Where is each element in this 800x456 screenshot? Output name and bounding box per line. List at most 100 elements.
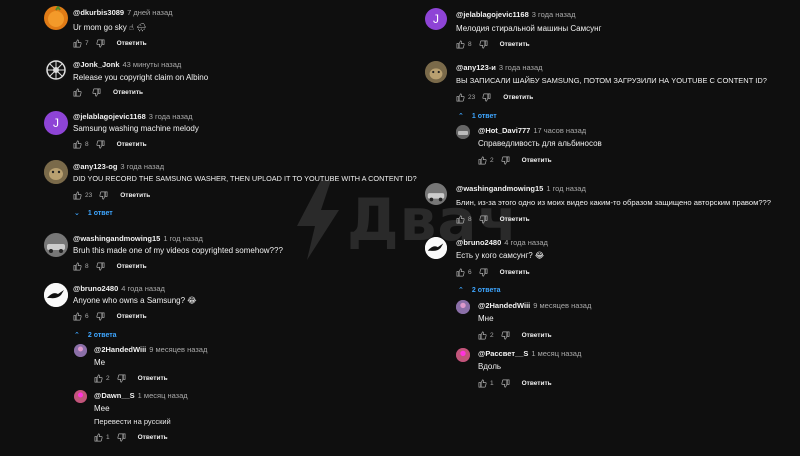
comment-time[interactable]: 1 месяц назад xyxy=(531,349,581,358)
comment-author[interactable]: @jelablagojevic1168 xyxy=(73,112,146,121)
avatar[interactable] xyxy=(425,183,447,205)
avatar[interactable]: J xyxy=(44,111,68,135)
like-icon[interactable] xyxy=(73,262,82,271)
comment-time[interactable]: 3 года назад xyxy=(499,63,543,72)
comment-time[interactable]: 1 месяц назад xyxy=(138,391,188,400)
like-icon[interactable] xyxy=(94,374,103,383)
avatar[interactable] xyxy=(456,300,470,314)
comment-author[interactable]: @Jonk_Jonk xyxy=(73,60,120,69)
comment-author[interactable]: @dkurbis3089 xyxy=(73,8,124,17)
comment-time[interactable]: 4 года назад xyxy=(504,238,548,247)
comment-author[interactable]: @any123-и xyxy=(456,63,496,72)
comment-time[interactable]: 3 года назад xyxy=(532,10,576,19)
dislike-icon[interactable] xyxy=(482,93,491,102)
reply-button[interactable]: Ответить xyxy=(117,40,147,47)
like-icon[interactable] xyxy=(456,215,465,224)
comment-author[interactable]: @2HandedWiii xyxy=(478,301,530,310)
comment-time[interactable]: 9 месяцев назад xyxy=(149,345,207,354)
reply-button[interactable]: Ответить xyxy=(117,141,147,148)
comment-author[interactable]: @washingandmowing15 xyxy=(456,184,543,193)
like-icon[interactable] xyxy=(73,39,82,48)
show-replies-button[interactable]: ⌃ 1 ответ xyxy=(458,112,497,121)
avatar[interactable] xyxy=(74,344,87,357)
dislike-icon[interactable] xyxy=(501,379,510,388)
reply-button[interactable]: Ответить xyxy=(500,269,530,276)
reply-button[interactable]: Ответить xyxy=(503,94,533,101)
comment-time[interactable]: 43 минуты назад xyxy=(123,60,182,69)
reply-button[interactable]: Ответить xyxy=(500,216,530,223)
comment-author[interactable]: @Hot_Davi777 xyxy=(478,126,530,135)
like-count: 8 xyxy=(468,41,472,48)
dislike-icon[interactable] xyxy=(92,88,101,97)
reply-button[interactable]: Ответить xyxy=(117,313,147,320)
comment-author[interactable]: @2HandedWiii xyxy=(94,345,146,354)
dislike-icon[interactable] xyxy=(479,40,488,49)
reply-button[interactable]: Ответить xyxy=(138,434,168,441)
like-icon[interactable] xyxy=(73,88,82,97)
like-icon[interactable] xyxy=(456,268,465,277)
avatar[interactable] xyxy=(456,348,470,362)
like-icon[interactable] xyxy=(456,40,465,49)
like-icon[interactable] xyxy=(478,331,487,340)
show-replies-button[interactable]: ⌃ 2 ответа xyxy=(74,331,117,340)
like-icon[interactable] xyxy=(73,191,82,200)
comment-time[interactable]: 9 месяцев назад xyxy=(533,301,591,310)
comment-author[interactable]: @bruno2480 xyxy=(456,238,501,247)
reply-button[interactable]: Ответить xyxy=(500,41,530,48)
like-icon[interactable] xyxy=(478,379,487,388)
like-icon[interactable] xyxy=(478,156,487,165)
comment-time[interactable]: 1 год назад xyxy=(163,234,203,243)
avatar[interactable] xyxy=(74,390,87,403)
replies-count: 1 ответ xyxy=(87,209,113,217)
reply-button[interactable]: Ответить xyxy=(120,192,150,199)
dislike-icon[interactable] xyxy=(117,374,126,383)
like-icon[interactable] xyxy=(73,140,82,149)
dislike-icon[interactable] xyxy=(479,268,488,277)
dislike-icon[interactable] xyxy=(501,331,510,340)
like-icon[interactable] xyxy=(73,312,82,321)
left-comments-column: @dkurbis3089 7 дней назад Ur mom go sky ☝… xyxy=(0,0,417,456)
comment-author[interactable]: @jelablagojevic1168 xyxy=(456,10,529,19)
dislike-icon[interactable] xyxy=(479,215,488,224)
avatar[interactable] xyxy=(44,6,68,30)
reply-button[interactable]: Ответить xyxy=(522,157,552,164)
dislike-icon[interactable] xyxy=(117,433,126,442)
avatar-letter: J xyxy=(433,12,439,26)
reply-button[interactable]: Ответить xyxy=(522,380,552,387)
reply-button[interactable]: Ответить xyxy=(117,263,147,270)
reply-button[interactable]: Ответить xyxy=(113,89,143,96)
avatar[interactable] xyxy=(425,61,447,83)
dislike-icon[interactable] xyxy=(96,262,105,271)
dislike-icon[interactable] xyxy=(501,156,510,165)
comment-time[interactable]: 17 часов назад xyxy=(533,126,586,135)
avatar[interactable] xyxy=(44,283,68,307)
reply-button[interactable]: Ответить xyxy=(522,332,552,339)
avatar[interactable] xyxy=(44,58,68,82)
dislike-icon[interactable] xyxy=(96,140,105,149)
comment-time[interactable]: 7 дней назад xyxy=(127,8,172,17)
reply-button[interactable]: Ответить xyxy=(138,375,168,382)
comment-time[interactable]: 3 года назад xyxy=(120,162,164,171)
comment-time[interactable]: 1 год назад xyxy=(546,184,586,193)
avatar[interactable]: J xyxy=(425,8,447,30)
dislike-icon[interactable] xyxy=(96,39,105,48)
comment-author[interactable]: @bruno2480 xyxy=(73,284,118,293)
comment-author[interactable]: @washingandmowing15 xyxy=(73,234,160,243)
comment-author[interactable]: @Рассвет__S xyxy=(478,349,528,358)
dislike-icon[interactable] xyxy=(99,191,108,200)
comment-time[interactable]: 3 года назад xyxy=(149,112,193,121)
comment-time[interactable]: 4 года назад xyxy=(121,284,165,293)
dislike-icon[interactable] xyxy=(96,312,105,321)
comment-author[interactable]: @any123-og xyxy=(73,162,117,171)
show-replies-button[interactable]: ⌃ 2 ответа xyxy=(458,286,501,295)
avatar[interactable] xyxy=(44,160,68,184)
comment-author[interactable]: @Dawn__S xyxy=(94,391,135,400)
chevron-up-icon: ⌃ xyxy=(458,287,464,294)
avatar[interactable] xyxy=(456,125,470,139)
avatar[interactable] xyxy=(44,233,68,257)
like-icon[interactable] xyxy=(94,433,103,442)
avatar[interactable] xyxy=(425,237,447,259)
like-icon[interactable] xyxy=(456,93,465,102)
translate-link[interactable]: Перевести на русский xyxy=(94,417,171,426)
show-replies-button[interactable]: ⌄ 1 ответ xyxy=(74,209,113,218)
